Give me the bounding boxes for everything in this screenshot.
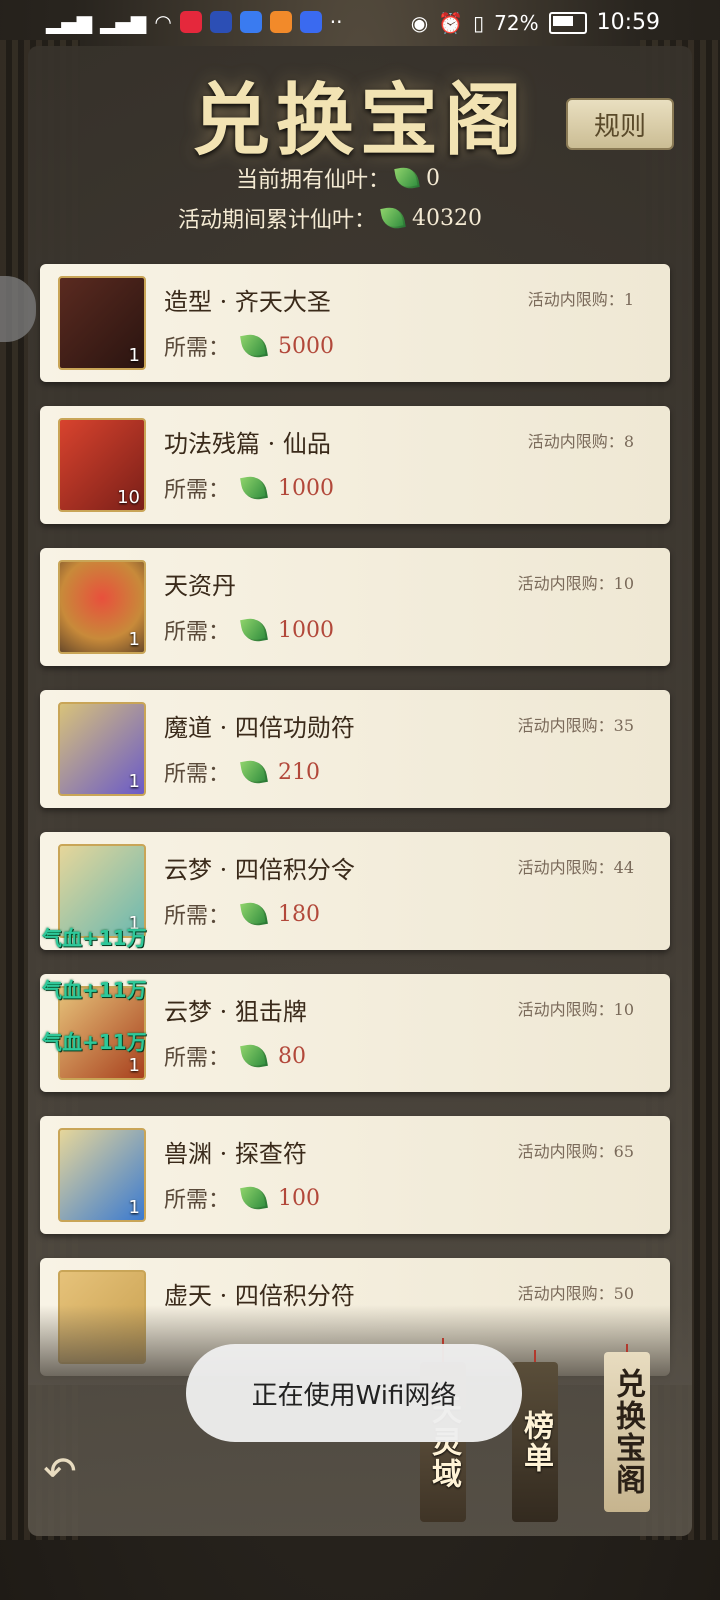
current-leaves: 当前拥有仙叶： 0 [236, 162, 440, 194]
total-label: 活动期间累计仙叶： [178, 208, 377, 233]
price-value: 210 [278, 759, 321, 785]
item-name: 功法残篇 · 仙品 [164, 430, 331, 458]
app-icon [209, 11, 232, 33]
list-item[interactable]: 1 兽渊 · 探查符 活动内限购：65 所需： 100 [40, 1116, 670, 1234]
rules-button[interactable]: 规则 [566, 98, 674, 150]
back-arrow-icon[interactable]: ↶ [36, 1448, 84, 1496]
item-price: 所需： 1000 [164, 474, 335, 503]
item-price: 所需： 80 [164, 1042, 307, 1071]
item-limit: 活动内限购：10 [517, 574, 634, 593]
item-thumbnail: 1 [58, 276, 146, 370]
leaf-icon [240, 332, 268, 360]
price-value: 1000 [278, 475, 335, 501]
item-name: 造型 · 齐天大圣 [164, 288, 331, 316]
price-value: 100 [278, 1185, 321, 1211]
item-price: 所需： 5000 [164, 332, 335, 361]
item-thumbnail: 1 [58, 560, 146, 654]
list-item[interactable]: 1 造型 · 齐天大圣 活动内限购：1 所需： 5000 [40, 264, 670, 382]
leaf-icon [394, 165, 420, 191]
music-icon [239, 11, 262, 33]
leaf-icon [240, 758, 268, 786]
item-limit: 活动内限购：8 [527, 432, 634, 451]
price-value: 80 [278, 1043, 307, 1069]
eye-icon: ◉ [410, 10, 429, 35]
item-price: 所需： 1000 [164, 616, 335, 645]
list-item[interactable]: 10 功法残篇 · 仙品 活动内限购：8 所需： 1000 [40, 406, 670, 524]
current-label: 当前拥有仙叶： [236, 168, 391, 193]
leaf-icon [240, 900, 268, 928]
item-quantity: 1 [128, 629, 140, 650]
item-price: 所需： 180 [164, 900, 321, 929]
item-limit: 活动内限购：35 [517, 716, 634, 735]
leaf-icon [380, 205, 406, 231]
item-thumbnail: 10 [58, 418, 146, 512]
floating-hp-text: 气血+11万 [42, 1030, 147, 1054]
item-price: 所需： 100 [164, 1184, 321, 1213]
floating-hp-text: 气血+11万 [42, 978, 147, 1002]
price-value: 5000 [278, 333, 335, 359]
item-quantity: 1 [128, 1197, 140, 1218]
list-item[interactable]: 1 天资丹 活动内限购：10 所需： 1000 [40, 548, 670, 666]
clock: 10:59 [596, 10, 660, 35]
alarm-icon: ⏰ [438, 10, 464, 35]
video-icon [269, 11, 292, 33]
item-limit: 活动内限购：10 [517, 1000, 634, 1019]
tab-exchange[interactable]: 兑换宝阁 [604, 1352, 650, 1512]
mail-icon [299, 11, 322, 33]
leaf-icon [240, 474, 268, 502]
item-price: 所需： 210 [164, 758, 321, 787]
item-limit: 活动内限购：50 [517, 1284, 634, 1303]
total-leaves: 活动期间累计仙叶： 40320 [178, 202, 482, 234]
item-name: 天资丹 [164, 572, 236, 600]
item-limit: 活动内限购：1 [527, 290, 634, 309]
price-value: 180 [278, 901, 321, 927]
leaf-icon [240, 616, 268, 644]
item-name: 云梦 · 狙击牌 [164, 998, 307, 1026]
current-value: 0 [426, 165, 441, 191]
wifi-icon: ◠ [154, 10, 172, 34]
price-value: 1000 [278, 617, 335, 643]
app-icon [179, 11, 202, 33]
item-limit: 活动内限购：44 [517, 858, 634, 877]
signal-icon-2: ▂▄▆ [100, 10, 147, 34]
floating-hp-text: 气血+11万 [42, 926, 147, 950]
status-bar: ▂▄▆ ▂▄▆ ◠ ·· ◉ ⏰ ▯ 72% 10:59 [0, 0, 720, 46]
battery-icon [548, 11, 587, 34]
total-value: 40320 [412, 205, 483, 231]
item-quantity: 1 [128, 345, 140, 366]
signal-icon: ▂▄▆ [46, 10, 93, 34]
status-right-icons: ◉ ⏰ ▯ 72% 10:59 [411, 10, 660, 35]
item-quantity: 10 [117, 487, 140, 508]
vibrate-icon: ▯ [473, 10, 485, 35]
item-quantity: 1 [128, 1055, 140, 1076]
item-name: 兽渊 · 探查符 [164, 1140, 307, 1168]
list-item[interactable]: 1 魔道 · 四倍功勋符 活动内限购：35 所需： 210 [40, 690, 670, 808]
wifi-toast: 正在使用Wifi网络 [186, 1344, 522, 1442]
item-thumbnail: 1 [58, 702, 146, 796]
item-quantity: 1 [128, 771, 140, 792]
leaf-icon [240, 1184, 268, 1212]
item-name: 云梦 · 四倍积分令 [164, 856, 355, 884]
item-name: 魔道 · 四倍功勋符 [164, 714, 355, 742]
status-left-icons: ▂▄▆ ▂▄▆ ◠ ·· [46, 10, 342, 34]
item-thumbnail: 1 [58, 1128, 146, 1222]
leaf-icon [240, 1042, 268, 1070]
more-icon: ·· [329, 10, 343, 34]
item-limit: 活动内限购：65 [517, 1142, 634, 1161]
battery-percent: 72% [494, 10, 539, 35]
